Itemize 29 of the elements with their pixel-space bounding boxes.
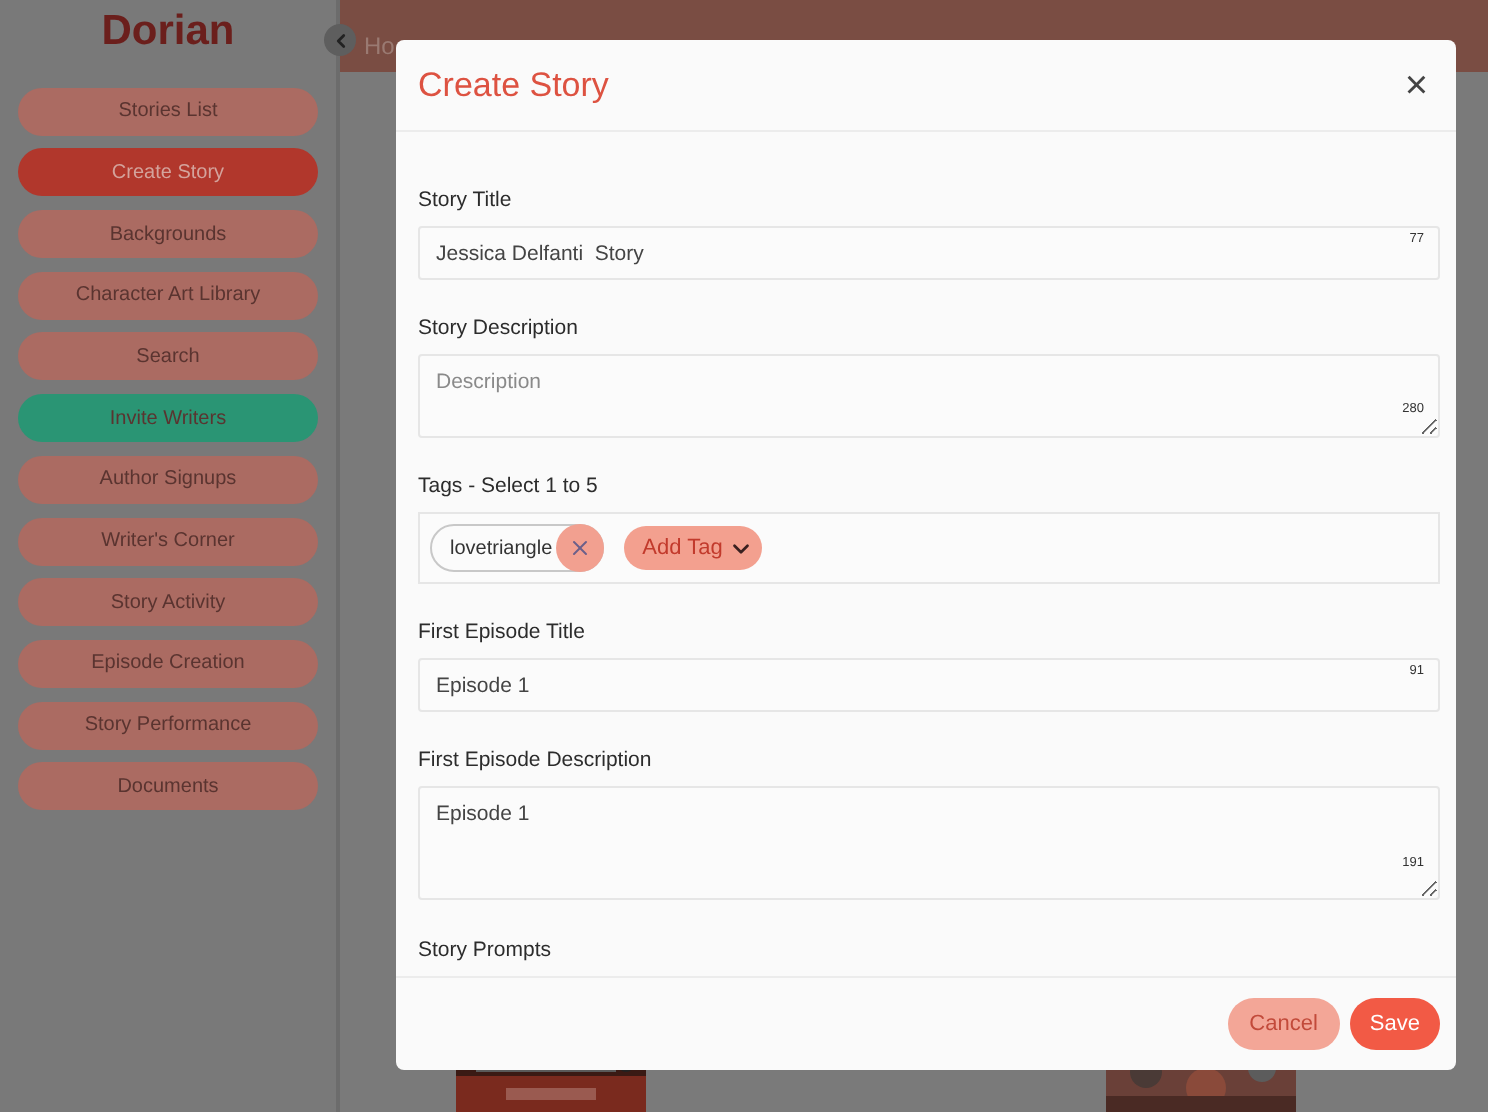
field-label: Tags - Select 1 to 5 xyxy=(418,474,600,499)
sidebar-item[interactable]: Story Performance xyxy=(18,701,318,750)
field-label: Story Prompts xyxy=(418,938,554,963)
sidebar-item[interactable]: Writer's Corner xyxy=(18,517,318,565)
sidebar-item[interactable]: Story Activity xyxy=(18,578,318,627)
collapse-button[interactable] xyxy=(324,24,356,56)
sidebar-item[interactable]: Stories List xyxy=(18,87,318,136)
field-label: First Episode Description xyxy=(418,748,654,773)
save-button[interactable]: Save xyxy=(1349,998,1440,1050)
sidebar-item[interactable]: Invite Writers xyxy=(18,394,318,443)
tag-label: lovetriangle xyxy=(450,537,553,560)
sidebar-item[interactable]: Create Story xyxy=(18,148,318,197)
brand-title: Dorian xyxy=(101,8,235,56)
field-label: Story Description xyxy=(418,316,580,341)
field-label: Story Title xyxy=(418,188,514,213)
close-icon xyxy=(568,536,593,561)
add-tag-button[interactable]: Add Tag xyxy=(624,526,763,571)
close-button[interactable]: × xyxy=(1398,65,1434,105)
field-label: First Episode Title xyxy=(418,620,587,645)
sidebar-item[interactable]: Documents xyxy=(18,762,318,811)
tag-field[interactable]: lovetriangle Add Tag xyxy=(418,512,1440,585)
sidebar-item[interactable]: Author Signups xyxy=(18,455,318,504)
remove-tag-button[interactable] xyxy=(556,524,605,573)
sidebar-item[interactable]: Character Art Library xyxy=(18,271,318,320)
dialog-title: Create Story xyxy=(418,65,609,105)
cancel-button[interactable]: Cancel xyxy=(1227,998,1340,1050)
sidebar-item[interactable]: Search xyxy=(18,332,318,381)
sidebar-item[interactable]: Episode Creation xyxy=(18,639,318,688)
sidebar-item[interactable]: Backgrounds xyxy=(18,210,318,259)
